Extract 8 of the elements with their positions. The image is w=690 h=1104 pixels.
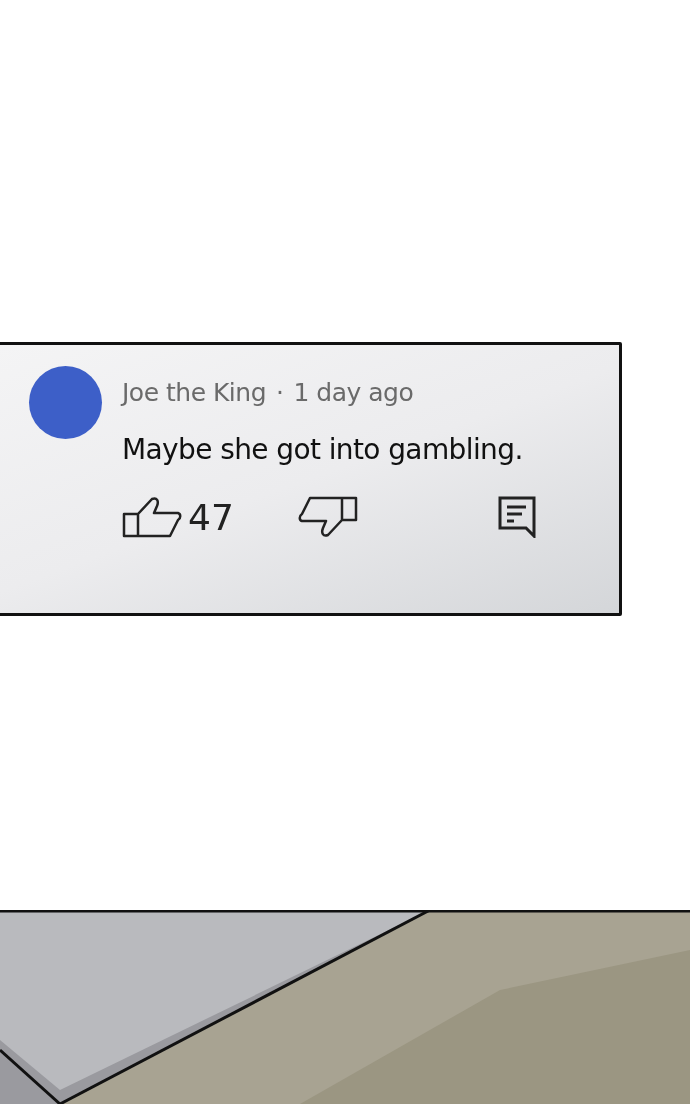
comment-text: Maybe she got into gambling. — [122, 433, 524, 466]
thumbs-up-icon[interactable] — [122, 496, 182, 538]
thumbs-down-icon[interactable] — [297, 496, 358, 538]
comment-icon[interactable] — [497, 496, 536, 538]
separator: · — [276, 378, 284, 407]
comment-author[interactable]: Joe the King — [122, 378, 267, 407]
comment-time: 1 day ago — [293, 378, 414, 407]
like-count: 47 — [188, 496, 234, 538]
